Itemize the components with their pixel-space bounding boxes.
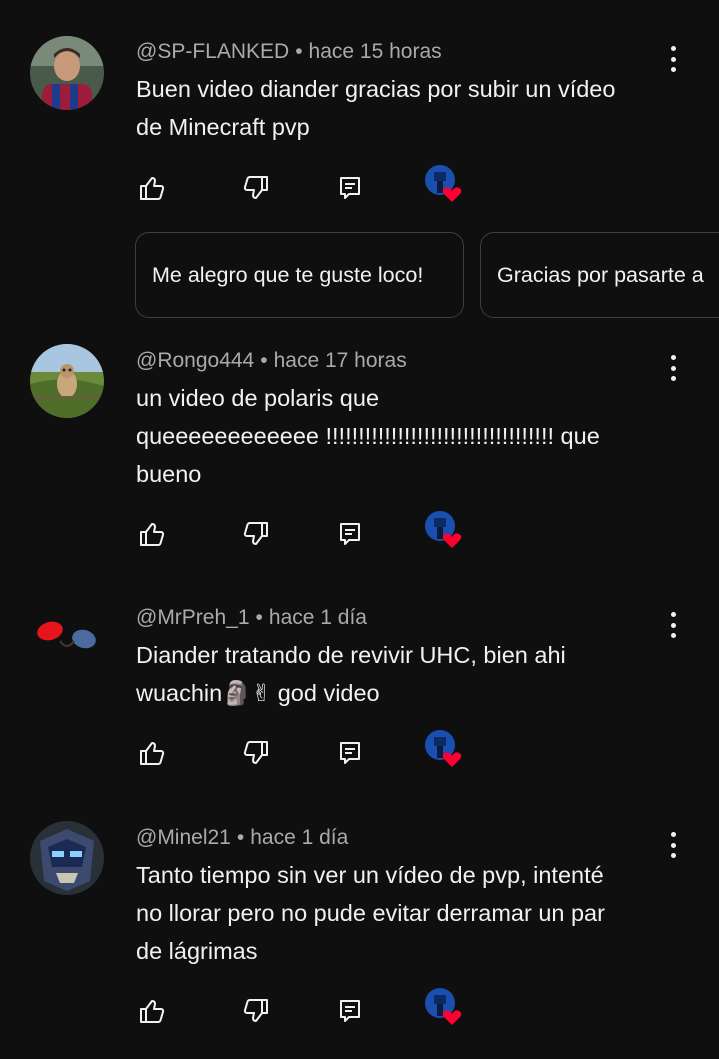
comment-text-line: de Minecraft pvp	[136, 114, 310, 140]
suggested-reply-label: Gracias por pasarte a	[497, 262, 704, 287]
comment-time: hace 1 día	[250, 826, 349, 849]
comment-actions	[136, 730, 476, 769]
comment-text: Tanto tiempo sin ver un vídeo de pvp, in…	[136, 856, 676, 970]
comment-meta: @MrPreh_1 • hace 1 día	[136, 606, 367, 629]
suggested-replies: Me alegro que te guste loco! Gracias por…	[0, 232, 719, 322]
comment-time: hace 15 horas	[308, 40, 442, 63]
creator-heart-icon	[424, 987, 464, 1027]
reply-icon[interactable]	[334, 737, 366, 769]
comment-time: hace 17 horas	[273, 349, 407, 372]
suggested-reply-chip[interactable]: Gracias por pasarte a	[480, 232, 719, 318]
creator-heart-icon	[424, 729, 464, 769]
creator-heart-icon	[424, 510, 464, 550]
like-icon[interactable]	[136, 737, 168, 769]
robot-avatar[interactable]	[30, 821, 104, 895]
comment-author[interactable]: @SP-FLANKED	[136, 40, 289, 63]
comment-meta: @Minel21 • hace 1 día	[136, 826, 349, 849]
owl-avatar[interactable]	[30, 344, 104, 418]
comment-actions	[136, 988, 476, 1027]
comment-text-line: queeeeeeeeeeee !!!!!!!!!!!!!!!!!!!!!!!!!…	[136, 423, 600, 449]
comment-text: Buen video diander gracias por subir un …	[136, 70, 676, 146]
dislike-icon[interactable]	[240, 737, 272, 769]
reply-icon[interactable]	[334, 518, 366, 550]
comment-actions	[136, 165, 476, 204]
comment-author[interactable]: @Rongo444	[136, 349, 254, 372]
red-eye-avatar[interactable]	[30, 601, 104, 675]
comment-actions	[136, 511, 476, 550]
suggested-reply-chip[interactable]: Me alegro que te guste loco!	[135, 232, 464, 318]
more-options-icon[interactable]	[662, 44, 684, 74]
like-icon[interactable]	[136, 995, 168, 1027]
comment-meta: @Rongo444 • hace 17 horas	[136, 349, 407, 372]
comment-text-line: wuachin🗿✌ god video	[136, 680, 380, 706]
like-icon[interactable]	[136, 172, 168, 204]
comment-text-line: un video de polaris que	[136, 385, 380, 411]
dislike-icon[interactable]	[240, 518, 272, 550]
comment-text-line: Tanto tiempo sin ver un vídeo de pvp, in…	[136, 862, 604, 888]
comment-text-line: bueno	[136, 461, 202, 487]
more-options-icon[interactable]	[662, 353, 684, 383]
comment-text-line: de lágrimas	[136, 938, 258, 964]
like-icon[interactable]	[136, 518, 168, 550]
comment-author[interactable]: @Minel21	[136, 826, 231, 849]
reply-icon[interactable]	[334, 995, 366, 1027]
comment-text: Diander tratando de revivir UHC, bien ah…	[136, 636, 676, 712]
suggested-reply-label: Me alegro que te guste loco!	[152, 262, 424, 287]
comment-text-line: Buen video diander gracias por subir un …	[136, 76, 616, 102]
comment-text-line: Diander tratando de revivir UHC, bien ah…	[136, 642, 566, 668]
comment-text: un video de polaris que queeeeeeeeeeee !…	[136, 379, 676, 493]
comment-author[interactable]: @MrPreh_1	[136, 606, 250, 629]
footballer-avatar[interactable]	[30, 36, 104, 110]
dislike-icon[interactable]	[240, 995, 272, 1027]
comment-meta: @SP-FLANKED • hace 15 horas	[136, 40, 442, 63]
dislike-icon[interactable]	[240, 172, 272, 204]
reply-icon[interactable]	[334, 172, 366, 204]
comment-time: hace 1 día	[268, 606, 367, 629]
comment-text-line: no llorar pero no pude evitar derramar u…	[136, 900, 605, 926]
more-options-icon[interactable]	[662, 830, 684, 860]
creator-heart-icon	[424, 164, 464, 204]
more-options-icon[interactable]	[662, 610, 684, 640]
